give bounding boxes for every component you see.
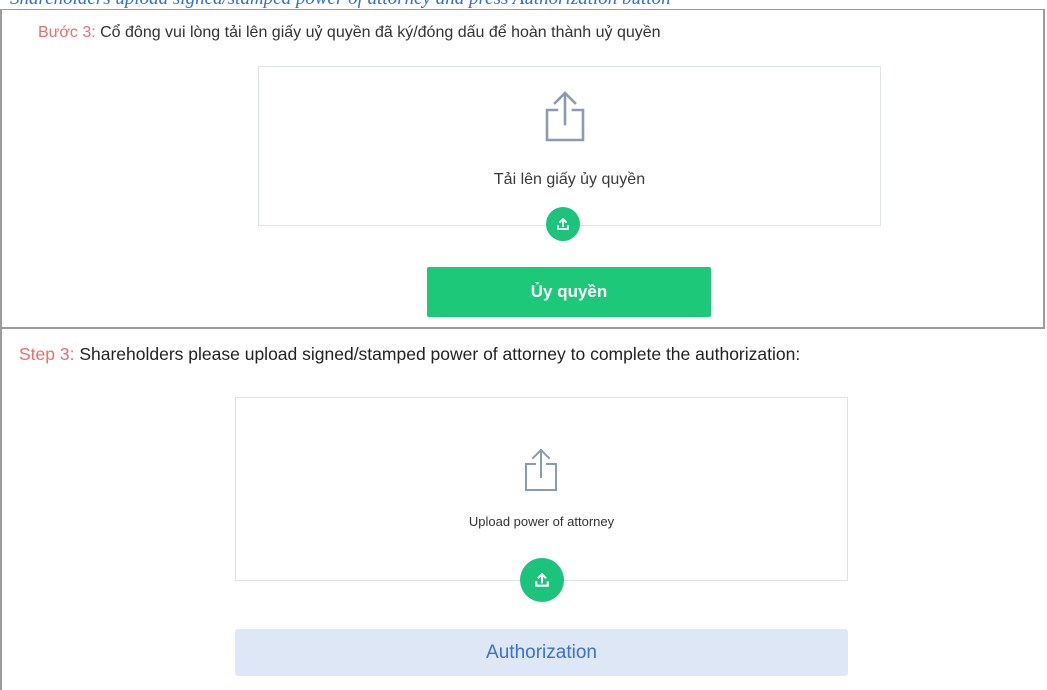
authorization-button[interactable]: Authorization	[235, 629, 848, 676]
step-prefix: Step 3:	[19, 344, 75, 364]
step-heading: Bước 3: Cổ đông vui lòng tải lên giấy uỷ…	[38, 24, 661, 42]
share-upload-icon	[525, 448, 557, 491]
top-caption-strip: Shareholders upload signed/stamped power…	[0, 0, 1047, 9]
screenshot-root: Shareholders upload signed/stamped power…	[0, 0, 1047, 690]
upload-dropzone[interactable]: Upload power of attorney	[235, 397, 848, 602]
vietnamese-upload-panel: Bước 3: Cổ đông vui lòng tải lên giấy uỷ…	[0, 9, 1045, 329]
upload-file-button[interactable]	[546, 207, 580, 241]
dropzone-label: Upload power of attorney	[468, 514, 615, 529]
authorize-button[interactable]: Ủy quyền	[427, 267, 711, 317]
step-text: Cổ đông vui lòng tải lên giấy uỷ quyền đ…	[95, 24, 661, 41]
english-upload-panel: Step 3: Shareholders please upload signe…	[0, 329, 1047, 690]
top-caption: Shareholders upload signed/stamped power…	[10, 0, 671, 9]
upload-dropzone[interactable]: Tải lên giấy ủy quyền	[258, 66, 881, 241]
share-upload-icon	[545, 91, 585, 142]
dropzone-label: Tải lên giấy ủy quyền	[493, 171, 646, 188]
step-prefix: Bước 3:	[38, 24, 96, 41]
upload-file-button[interactable]	[520, 558, 564, 602]
upload-tray-icon	[535, 572, 549, 587]
step-heading: Step 3: Shareholders please upload signe…	[19, 344, 800, 365]
step-text: Shareholders please upload signed/stampe…	[74, 344, 801, 364]
upload-tray-icon	[557, 217, 569, 230]
